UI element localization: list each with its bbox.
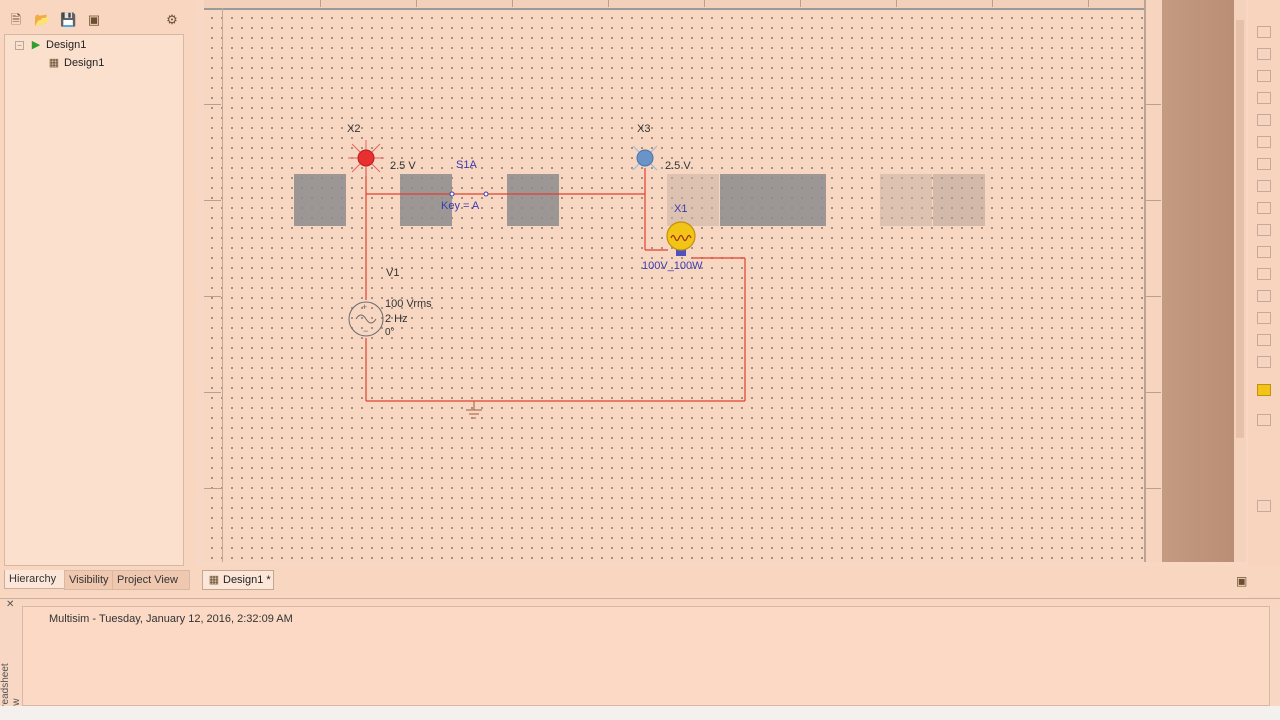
results-app-name: Multisim bbox=[49, 613, 90, 625]
switch-key-label: Key = A bbox=[441, 200, 480, 212]
switch-ref-label: S1A bbox=[456, 159, 477, 171]
probe-x2-indicator[interactable] bbox=[348, 140, 384, 176]
probe-x3-ref-label: X3 bbox=[637, 123, 651, 135]
ac-source-v1-symbol[interactable]: + − bbox=[348, 301, 384, 337]
results-pane: Multisim - Tuesday, January 12, 2016, 2:… bbox=[22, 606, 1270, 706]
doc-tab-label: Design1 * bbox=[223, 574, 271, 586]
source-frequency-label: 2 Hz bbox=[385, 313, 408, 325]
ground-symbol[interactable] bbox=[466, 401, 482, 419]
source-phase-label: 0° bbox=[385, 327, 395, 338]
probe-x3-value-label: 2.5 V bbox=[665, 160, 691, 172]
schematic-sheet-icon: ▦ bbox=[208, 574, 220, 586]
document-tab-bar: ▦ Design1 * ▣ bbox=[196, 566, 1280, 596]
source-amplitude-label: 100 Vrms bbox=[385, 298, 432, 310]
probe-x3-indicator[interactable] bbox=[632, 145, 658, 171]
svg-text:−: − bbox=[363, 326, 368, 336]
source-ref-label: V1 bbox=[386, 267, 400, 279]
switch-contact bbox=[483, 191, 489, 197]
probe-x2-ref-label: X2 bbox=[347, 123, 361, 135]
lamp-x1-symbol[interactable] bbox=[666, 221, 696, 256]
results-timestamp: Tuesday, January 12, 2016, 2:32:09 AM bbox=[98, 613, 293, 625]
lamp-ref-label: X1 bbox=[674, 203, 688, 215]
close-icon[interactable]: ✕ bbox=[6, 599, 14, 610]
panel-menu-icon[interactable]: ▣ bbox=[1236, 574, 1247, 588]
probe-x2-value-label: 2.5 V bbox=[390, 160, 416, 172]
svg-text:+: + bbox=[362, 302, 367, 312]
lamp-rating-label: 100V_100W bbox=[642, 260, 703, 272]
tab-design1[interactable]: ▦ Design1 * bbox=[202, 570, 274, 590]
switch-contact bbox=[449, 191, 455, 197]
status-bar bbox=[0, 706, 1280, 720]
results-separator: - bbox=[92, 613, 97, 625]
results-log-line: Multisim - Tuesday, January 12, 2016, 2:… bbox=[49, 613, 293, 625]
